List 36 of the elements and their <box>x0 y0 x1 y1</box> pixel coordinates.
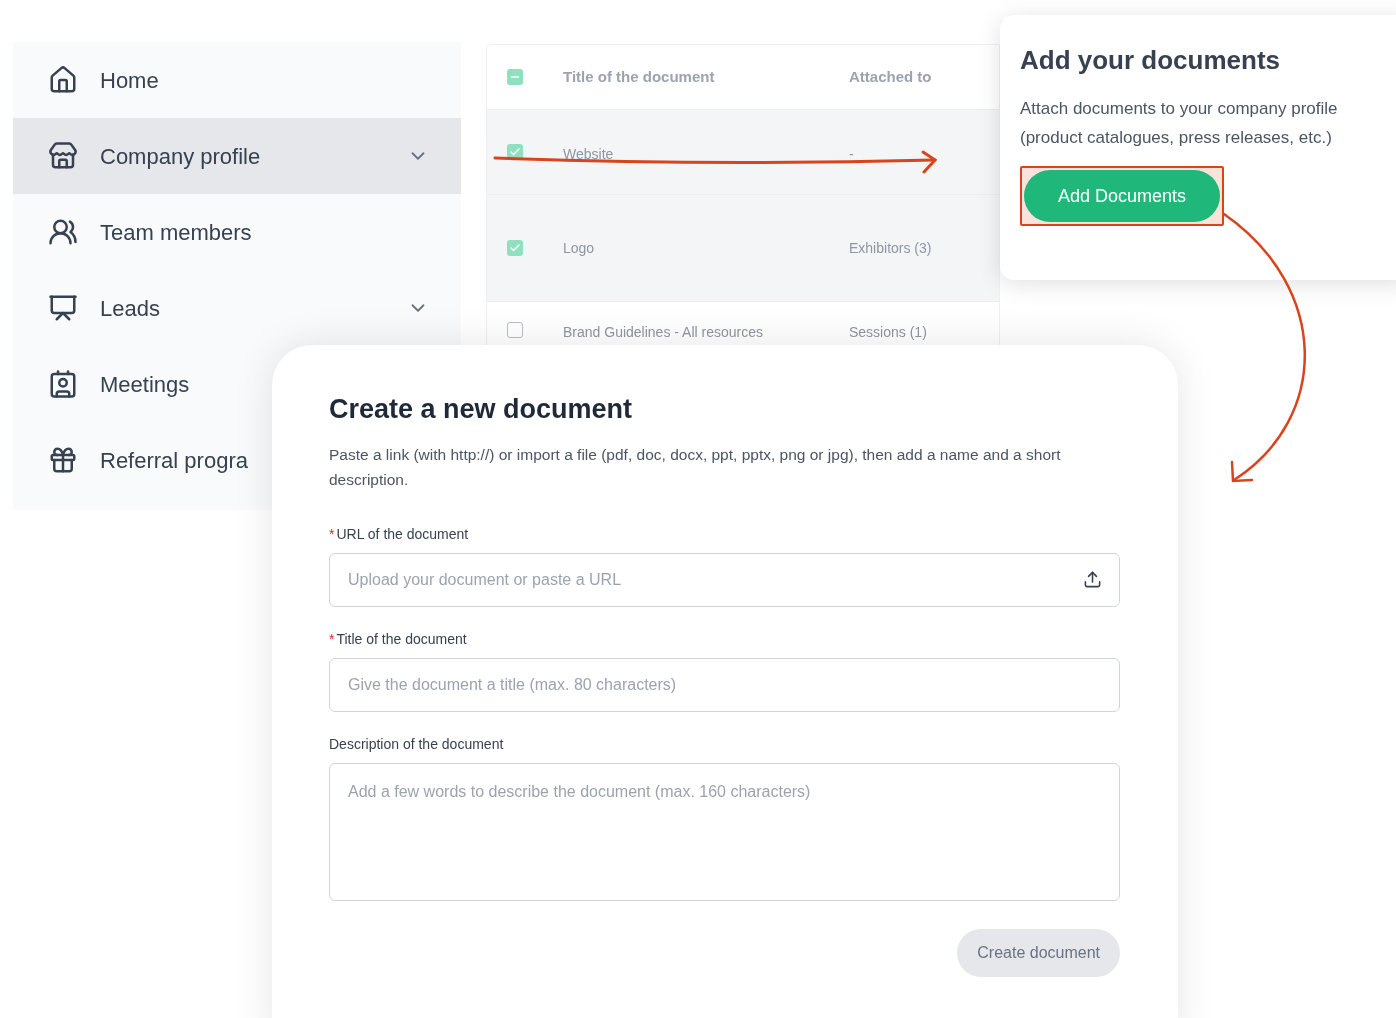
upload-icon[interactable] <box>1083 569 1102 589</box>
table-cell-text: Sessions (1) <box>849 323 927 342</box>
required-asterisk: * <box>329 524 335 544</box>
table-cell-text: Brand Guidelines - All resources <box>563 323 764 342</box>
field-label: Title of the document <box>336 629 467 649</box>
store-icon <box>48 141 78 171</box>
gift-icon <box>48 445 78 475</box>
sidebar-item[interactable]: Home <box>13 42 461 118</box>
description-field[interactable]: Add a few words to describe the document (max. 160 characters) <box>329 762 1120 901</box>
field-label: Description of the document <box>329 734 504 754</box>
sidebar-item[interactable]: Leads <box>13 270 461 346</box>
checkbox[interactable] <box>507 240 523 256</box>
sidebar-item[interactable]: Team members <box>13 194 461 270</box>
check-icon <box>509 146 521 158</box>
modal-description: Paste a link (with http://) or import a file (pdf, doc, docx, ppt, pptx, png or jpg), then add a name and a short description. <box>329 444 1062 490</box>
sidebar-item[interactable]: Company profile <box>13 118 461 194</box>
required-asterisk: * <box>329 629 335 649</box>
table-cell-text: - <box>849 145 854 164</box>
field-label: URL of the document <box>336 524 469 544</box>
column-header: Title of the document <box>563 66 716 87</box>
popover-title: Add your documents <box>1020 44 1280 77</box>
check-icon <box>509 242 521 254</box>
popover-text: Attach documents to your company profile (product catalogues, press releases, etc.) <box>1020 98 1339 149</box>
contact-card-icon <box>48 369 78 399</box>
table-cell-text: Exhibitors (3) <box>849 238 932 258</box>
home-icon <box>48 65 78 95</box>
url-field[interactable]: Upload your document or paste a URL <box>329 552 1120 607</box>
checkbox[interactable] <box>507 322 523 338</box>
table-cell-text: Website <box>563 145 615 164</box>
column-header: Attached to <box>849 66 932 87</box>
modal-title: Create a new document <box>329 393 634 426</box>
chart-board-icon <box>48 293 78 323</box>
table-cell-text: Logo <box>563 238 596 258</box>
title-field[interactable]: Give the document a title (max. 80 characters) <box>329 657 1120 712</box>
checkbox[interactable] <box>507 69 523 85</box>
people-icon <box>48 217 78 247</box>
